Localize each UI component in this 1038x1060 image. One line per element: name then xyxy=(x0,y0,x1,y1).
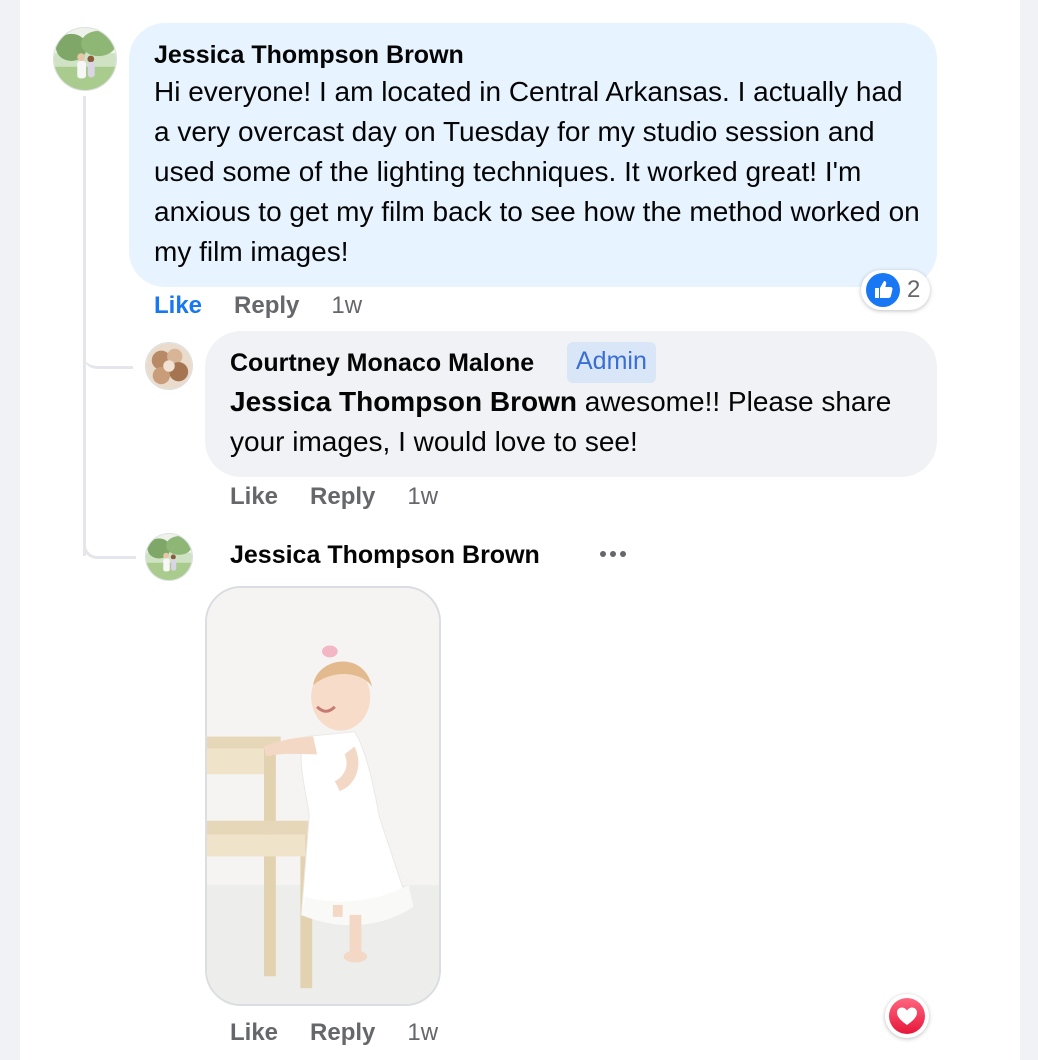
timestamp-3[interactable]: 1w xyxy=(407,1019,438,1047)
thread-connector-reply-2 xyxy=(83,520,136,559)
comment-text-2: Jessica Thompson Brown awesome!! Please … xyxy=(230,382,920,462)
comment-actions-1: Like Reply 1w xyxy=(154,292,362,320)
avatar-jessica[interactable] xyxy=(53,27,117,91)
comment-actions-3: Like Reply 1w xyxy=(230,1019,438,1047)
reply-button-1[interactable]: Reply xyxy=(234,292,299,320)
comment-author-1[interactable]: Jessica Thompson Brown xyxy=(154,41,464,70)
like-reaction-icon xyxy=(865,272,901,308)
heart-reaction-icon xyxy=(888,997,926,1035)
reaction-count-1: 2 xyxy=(907,276,921,303)
avatar-jessica-2[interactable] xyxy=(145,533,193,581)
reply-button-2[interactable]: Reply xyxy=(310,483,375,511)
thread-line xyxy=(83,96,86,556)
more-options-icon[interactable] xyxy=(600,544,626,564)
admin-badge: Admin xyxy=(567,342,656,383)
comment-author-3[interactable]: Jessica Thompson Brown xyxy=(230,541,540,570)
mention-link[interactable]: Jessica Thompson Brown xyxy=(230,386,577,417)
comment-actions-2: Like Reply 1w xyxy=(230,483,438,511)
reaction-summary-3[interactable] xyxy=(885,994,929,1038)
comment-text-1: Hi everyone! I am located in Central Ark… xyxy=(154,76,920,267)
avatar-courtney[interactable] xyxy=(145,342,193,390)
comment-author-2[interactable]: Courtney Monaco Malone xyxy=(230,349,534,378)
reply-button-3[interactable]: Reply xyxy=(310,1019,375,1047)
like-button-3[interactable]: Like xyxy=(230,1019,278,1047)
comment-photo-attachment[interactable] xyxy=(205,586,441,1006)
thread-connector-reply-1 xyxy=(83,330,133,369)
like-button-2[interactable]: Like xyxy=(230,483,278,511)
reaction-summary-1[interactable]: 2 xyxy=(861,270,931,310)
timestamp-1[interactable]: 1w xyxy=(331,292,362,320)
timestamp-2[interactable]: 1w xyxy=(407,483,438,511)
like-button-1[interactable]: Like xyxy=(154,292,202,320)
